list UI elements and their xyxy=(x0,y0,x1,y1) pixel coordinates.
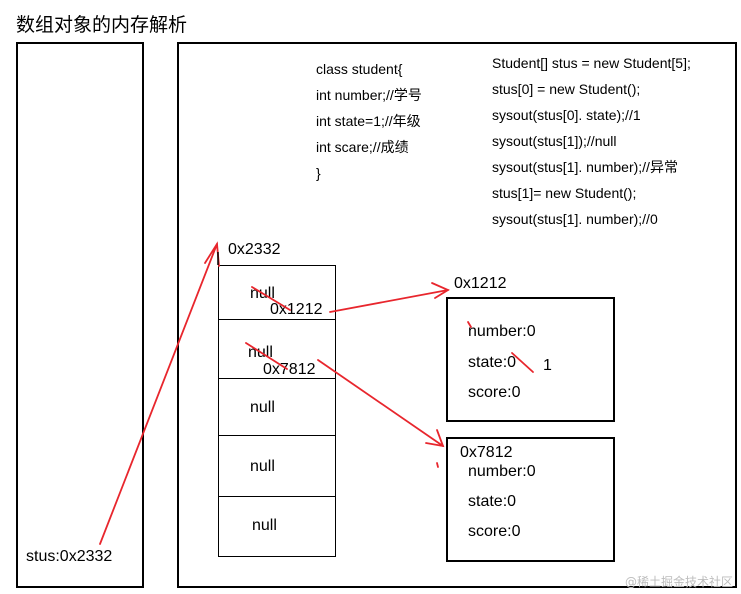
array-address: 0x2332 xyxy=(228,241,281,258)
array-cell-null: null xyxy=(252,517,277,534)
watermark: @稀土掘金技术社区 xyxy=(624,575,733,589)
page-title: 数组对象的内存解析 xyxy=(16,14,188,36)
object2-field-score: score:0 xyxy=(468,523,521,540)
code-line: sysout(stus[1]);//null xyxy=(492,133,617,149)
code-line: sysout(stus[1]. number);//异常 xyxy=(492,159,678,175)
array-cell-null: null xyxy=(248,344,273,361)
code-listing: Student[] stus = new Student[5]; stus[0]… xyxy=(492,50,691,232)
class-def-line: int number;//学号 xyxy=(316,87,422,103)
class-def-line: } xyxy=(316,165,321,181)
array-cell-2: null xyxy=(218,379,336,436)
array-cell-0-reference: 0x1212 xyxy=(270,301,323,318)
code-line: sysout(stus[0]. state);//1 xyxy=(492,107,641,123)
object1-address: 0x1212 xyxy=(454,275,507,292)
class-def-line: int state=1;//年级 xyxy=(316,113,421,129)
array-cell-null: null xyxy=(250,458,275,475)
array-cell-1-reference: 0x7812 xyxy=(263,361,316,378)
class-definition: class student{ int number;//学号 int state… xyxy=(316,56,422,186)
code-line: sysout(stus[1]. number);//0 xyxy=(492,211,658,227)
array-cell-null: null xyxy=(250,399,275,416)
code-line: stus[1]= new Student(); xyxy=(492,185,637,201)
code-line: stus[0] = new Student(); xyxy=(492,81,641,97)
object2-field-state: state:0 xyxy=(468,493,517,510)
object2-field-number: number:0 xyxy=(468,463,536,480)
array-cell-4: null xyxy=(218,497,336,557)
stack-region xyxy=(16,42,144,588)
object1-field-state: state:0 xyxy=(468,354,517,371)
object1-field-number: number:0 xyxy=(468,323,536,340)
object1-updated-state: 1 xyxy=(543,357,552,374)
stack-variable-label: stus:0x2332 xyxy=(26,548,113,565)
array-cell-3: null xyxy=(218,436,336,497)
class-def-line: int scare;//成绩 xyxy=(316,139,409,155)
object1-field-score: score:0 xyxy=(468,384,521,401)
code-line: Student[] stus = new Student[5]; xyxy=(492,55,691,71)
class-def-line: class student{ xyxy=(316,61,403,77)
